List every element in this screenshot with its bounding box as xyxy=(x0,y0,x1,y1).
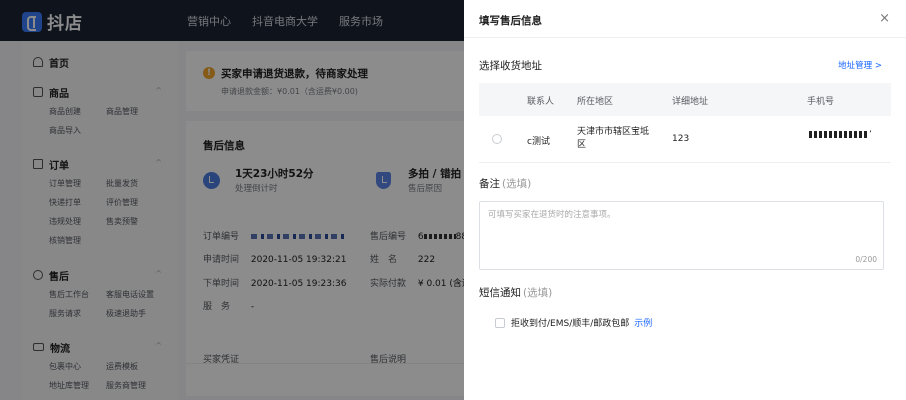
sms-example-link[interactable]: 示例 xyxy=(634,316,652,329)
address-phone: ’ xyxy=(809,130,872,140)
header-contact: 联系人 xyxy=(527,97,555,107)
address-table-header: 联系人 所在地区 详细地址 手机号 xyxy=(479,83,891,116)
header-phone: 手机号 xyxy=(807,97,835,107)
modal-backdrop[interactable] xyxy=(0,0,464,400)
remark-char-counter: 0/200 xyxy=(855,255,877,264)
sms-option-row[interactable]: 拒收到付/EMS/顺丰/邮政包邮 示例 xyxy=(495,316,652,329)
address-contact: c测试 xyxy=(527,137,550,147)
remark-label: 备注 xyxy=(479,178,500,190)
table-row[interactable]: c测试 天津市市辖区宝坻区 123 ’ xyxy=(479,116,891,163)
aftersale-drawer: 填写售后信息 × 选择收货地址 地址管理 > 联系人 所在地区 详细地址 手机号… xyxy=(464,0,906,400)
remark-input[interactable] xyxy=(480,202,883,269)
address-phone-suffix: ’ xyxy=(869,130,872,140)
header-region: 所在地区 xyxy=(577,97,614,107)
address-region: 天津市市辖区宝坻区 xyxy=(577,127,650,150)
address-radio[interactable] xyxy=(492,134,502,144)
address-detail: 123 xyxy=(672,134,690,144)
sms-optional: (选填) xyxy=(523,287,553,299)
remark-section-title: 备注 (选填) xyxy=(479,176,531,191)
sms-option-checkbox[interactable] xyxy=(495,317,505,328)
remark-field: 0/200 xyxy=(479,201,884,270)
close-icon[interactable]: × xyxy=(879,11,890,26)
sms-section-title: 短信通知 (选填) xyxy=(479,285,552,300)
address-table: 联系人 所在地区 详细地址 手机号 c测试 天津市市辖区宝坻区 123 ’ xyxy=(479,83,891,163)
header-detail: 详细地址 xyxy=(672,97,709,107)
drawer-header: 填写售后信息 × xyxy=(464,0,906,38)
sms-label: 短信通知 xyxy=(479,287,521,299)
address-manage-link[interactable]: 地址管理 > xyxy=(838,59,882,71)
sms-option-label: 拒收到付/EMS/顺丰/邮政包邮 xyxy=(511,319,630,329)
address-section-title: 选择收货地址 xyxy=(479,60,542,72)
phone-masked xyxy=(809,131,869,138)
remark-optional: (选填) xyxy=(502,178,532,190)
drawer-title: 填写售后信息 xyxy=(479,15,542,27)
